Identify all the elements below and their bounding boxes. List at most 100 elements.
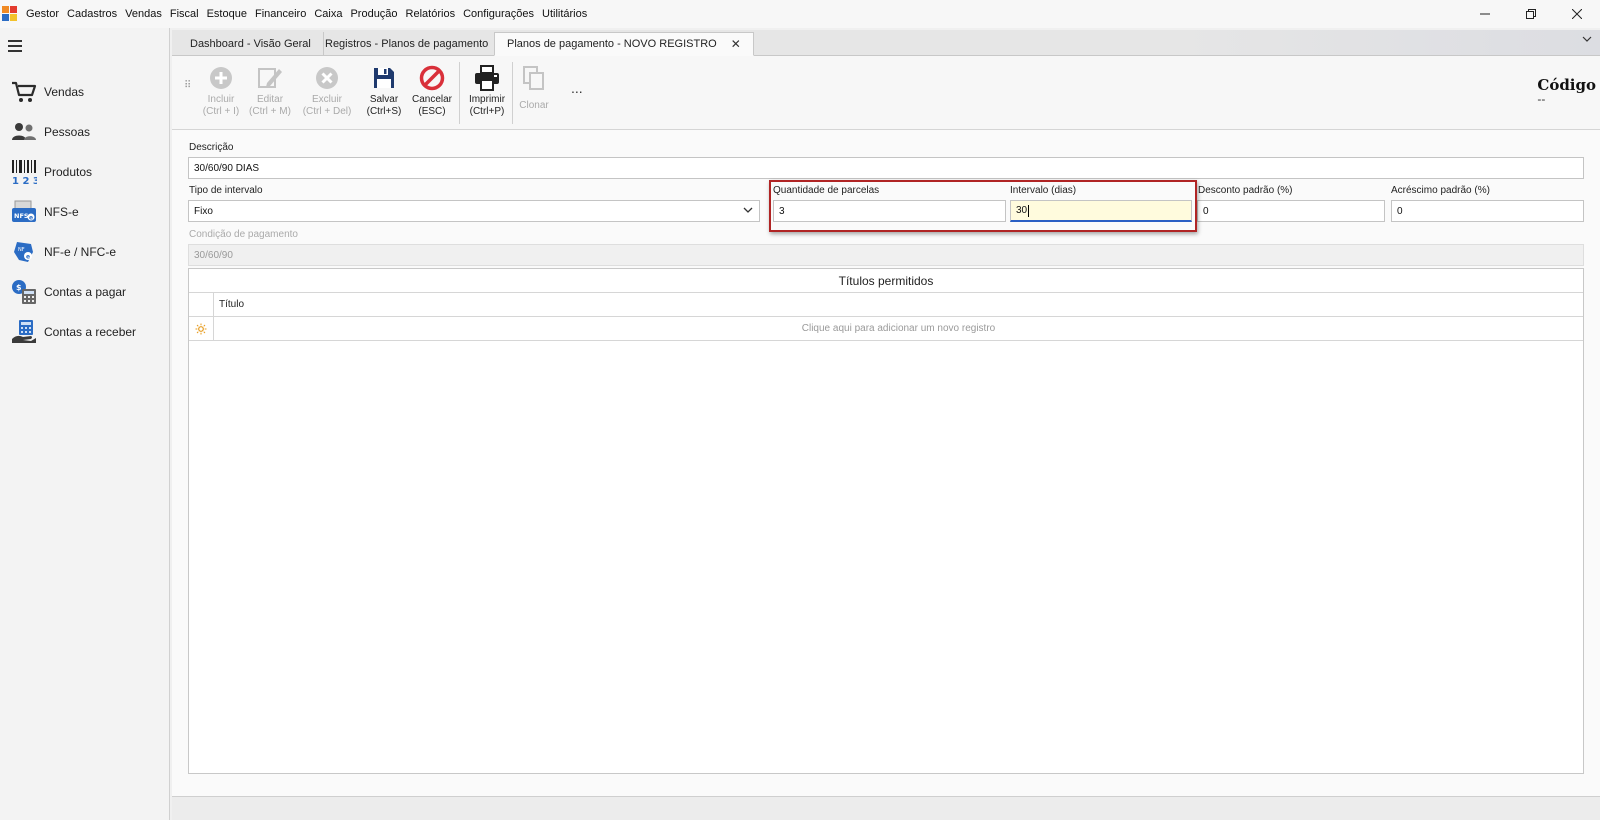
salvar-label: Salvar: [369, 94, 399, 105]
salvar-shortcut: (Ctrl+S): [366, 106, 402, 117]
condicao-pagamento-value: 30/60/90: [194, 249, 233, 261]
codigo-label: Código: [1537, 76, 1596, 94]
tab-close-icon[interactable]: ✕: [731, 37, 741, 51]
intervalo-dias-value: 30: [1016, 205, 1028, 216]
acrescimo-padrao-label: Acréscimo padrão (%): [1391, 185, 1490, 196]
editar-button[interactable]: Editar (Ctrl + M): [246, 64, 294, 118]
save-floppy-icon: [370, 64, 398, 92]
sidebar-item-label: Contas a receber: [44, 325, 137, 339]
excluir-shortcut: (Ctrl + Del): [302, 106, 352, 117]
menu-relatorios[interactable]: Relatórios: [402, 0, 460, 28]
status-bar: [172, 796, 1600, 820]
new-row[interactable]: Clique aqui para adicionar um novo regis…: [189, 317, 1583, 341]
chevron-down-icon[interactable]: [743, 206, 753, 217]
restore-icon: [1526, 9, 1536, 19]
toolbar-grip-icon[interactable]: ⠿: [184, 81, 191, 91]
menu-bar: Gestor Cadastros Vendas Fiscal Estoque F…: [0, 0, 1600, 28]
toolbar-separator: [512, 62, 513, 124]
menu-vendas[interactable]: Vendas: [121, 0, 166, 28]
menu-caixa[interactable]: Caixa: [310, 0, 346, 28]
sidebar-item-nfse[interactable]: NFS e NFS-e: [0, 192, 170, 232]
menu-fiscal[interactable]: Fiscal: [166, 0, 203, 28]
svg-text:NF: NF: [18, 247, 25, 253]
delete-circle-icon: [313, 64, 341, 92]
desconto-padrao-value: 0: [1203, 205, 1209, 217]
menu-utilitarios[interactable]: Utilitários: [538, 0, 591, 28]
sidebar-item-contas-pagar[interactable]: $ Contas a pagar: [0, 272, 170, 312]
svg-text:e: e: [26, 254, 30, 261]
cancelar-button[interactable]: Cancelar (ESC): [408, 64, 456, 118]
accounts-payable-icon: $: [10, 278, 38, 306]
nfse-icon: NFS e: [10, 198, 38, 226]
tab-label: Registros - Planos de pagamento: [325, 38, 489, 50]
sidebar-item-label: Produtos: [44, 165, 93, 179]
intervalo-dias-label: Intervalo (dias): [1010, 185, 1077, 196]
intervalo-dias-input[interactable]: 30: [1010, 200, 1192, 222]
imprimir-label: Imprimir: [468, 94, 506, 105]
column-header-titulo[interactable]: Título: [214, 293, 244, 316]
printer-icon: [473, 64, 501, 92]
condicao-pagamento-field: 30/60/90: [188, 244, 1584, 266]
quantidade-parcelas-input[interactable]: 3: [773, 200, 1006, 222]
descricao-label: Descrição: [189, 142, 234, 153]
hamburger-menu-icon[interactable]: [8, 40, 22, 52]
imprimir-shortcut: (Ctrl+P): [469, 106, 505, 117]
sidebar-item-nfe[interactable]: NF e NF-e / NFC-e: [0, 232, 170, 272]
acrescimo-padrao-input[interactable]: 0: [1391, 200, 1584, 222]
sidebar-item-label: Contas a pagar: [44, 285, 127, 299]
menu-estoque[interactable]: Estoque: [203, 0, 251, 28]
sidebar-item-label: NF-e / NFC-e: [44, 245, 116, 259]
minimize-button[interactable]: [1462, 0, 1508, 28]
tipo-intervalo-select[interactable]: Fixo: [188, 200, 760, 222]
menu-financeiro[interactable]: Financeiro: [251, 0, 310, 28]
people-icon: [10, 118, 38, 146]
menu-cadastros[interactable]: Cadastros: [63, 0, 121, 28]
sidebar-item-label: NFS-e: [44, 205, 79, 219]
accounts-receivable-icon: [10, 318, 38, 346]
clone-documents-icon: [520, 64, 548, 92]
new-row-hint: Clique aqui para adicionar um novo regis…: [801, 323, 996, 334]
svg-text:NFS: NFS: [14, 212, 29, 220]
incluir-label: Incluir: [207, 94, 235, 105]
cancel-circle-icon: [418, 64, 446, 92]
sidebar-item-label: Vendas: [44, 85, 85, 99]
close-window-button[interactable]: [1554, 0, 1600, 28]
tab-label: Planos de pagamento - NOVO REGISTRO: [507, 38, 717, 50]
menu-producao[interactable]: Produção: [346, 0, 401, 28]
grid-title: Títulos permitidos: [189, 269, 1583, 293]
grid-header: Título: [189, 293, 1583, 317]
toolbar-separator: [459, 62, 460, 124]
imprimir-button[interactable]: Imprimir (Ctrl+P): [463, 64, 511, 118]
descricao-value: 30/60/90 DIAS: [194, 162, 260, 174]
tab-overflow-chevron-icon[interactable]: [1582, 34, 1592, 46]
close-icon: [1572, 9, 1582, 19]
svg-text:$: $: [16, 283, 22, 292]
descricao-field[interactable]: 30/60/90 DIAS: [188, 157, 1584, 179]
clonar-button[interactable]: Clonar: [516, 64, 552, 112]
sidebar-item-contas-receber[interactable]: Contas a receber: [0, 312, 170, 352]
codigo-value: --: [1537, 92, 1546, 106]
sidebar-item-produtos[interactable]: 1 2 3 Produtos: [0, 152, 170, 192]
row-indicator-header: [189, 293, 214, 316]
cart-icon: [10, 78, 38, 106]
menu-configuracoes[interactable]: Configurações: [459, 0, 538, 28]
menu-gestor[interactable]: Gestor: [22, 0, 63, 28]
titulos-grid: Títulos permitidos Título Clique aqui pa…: [188, 268, 1584, 774]
salvar-button[interactable]: Salvar (Ctrl+S): [362, 64, 406, 118]
tab-dashboard[interactable]: Dashboard - Visão Geral: [178, 32, 324, 56]
excluir-button[interactable]: Excluir (Ctrl + Del): [298, 64, 356, 118]
desconto-padrao-label: Desconto padrão (%): [1198, 185, 1293, 196]
form-area: Descrição 30/60/90 DIAS Tipo de interval…: [172, 130, 1600, 800]
tipo-intervalo-value: Fixo: [194, 205, 213, 217]
toolbar-more-button[interactable]: ...: [571, 80, 583, 96]
codigo-display: Código --: [1537, 76, 1596, 106]
tab-registros-planos[interactable]: Registros - Planos de pagamento: [313, 32, 502, 56]
desconto-padrao-input[interactable]: 0: [1197, 200, 1385, 222]
incluir-button[interactable]: Incluir (Ctrl + I): [198, 64, 244, 118]
svg-text:1 2 3: 1 2 3: [12, 176, 37, 185]
sidebar-item-pessoas[interactable]: Pessoas: [0, 112, 170, 152]
tab-novo-registro[interactable]: Planos de pagamento - NOVO REGISTRO ✕: [494, 32, 754, 56]
nfe-icon: NF e: [10, 238, 38, 266]
sidebar-item-vendas[interactable]: Vendas: [0, 72, 170, 112]
restore-button[interactable]: [1508, 0, 1554, 28]
